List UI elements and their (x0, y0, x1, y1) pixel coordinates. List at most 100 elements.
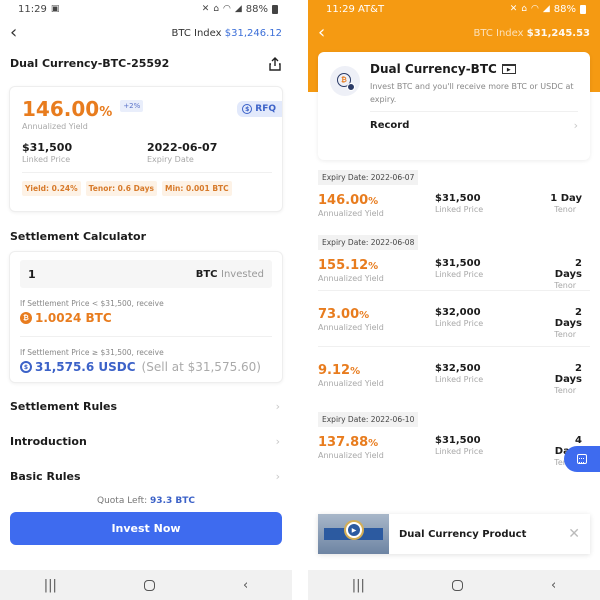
product-detail-screen: 11:29 ▣ ✕ ⌂ ◠ ◢ 88% ‹ BTC Index $31,246.12 Du… (0, 0, 292, 600)
row-tenor: 2 Days (554, 258, 582, 280)
row-linked-price: $32,500 (435, 363, 481, 374)
expiry-date-header: Expiry Date: 2022-06-08 (318, 235, 419, 250)
home-button[interactable] (452, 579, 464, 591)
invest-suffix: Invested (221, 268, 264, 280)
row-yield: 155.12% (318, 258, 379, 273)
system-back-button[interactable]: ‹ (551, 578, 556, 593)
btc-index-value: $31,246.12 (224, 27, 282, 39)
row-linked-label: Linked Price (435, 205, 484, 214)
yield-card: 146.00% +2% $ RFQ Annualized Yield $31,50… (9, 86, 283, 212)
condition-below: If Settlement Price < $31,500, receive (20, 299, 164, 308)
row-linked-price: $31,500 (435, 435, 481, 446)
status-time: 11:29 AT&T (326, 3, 385, 15)
introduction-link[interactable]: Introduction › (0, 424, 292, 459)
settlement-rules-link[interactable]: Settlement Rules › (0, 389, 292, 424)
recents-button[interactable]: ||| (352, 578, 365, 593)
invest-amount-input[interactable]: 1 BTC Invested (20, 260, 272, 288)
basic-rules-link[interactable]: Basic Rules › (0, 459, 292, 494)
battery-icon (272, 4, 278, 14)
back-button[interactable]: ‹ (10, 24, 17, 42)
row-linked-label: Linked Price (435, 375, 484, 384)
record-link[interactable]: Record › (330, 112, 578, 138)
signal-icon: ◢ (234, 4, 242, 14)
settlement-calculator: 1 BTC Invested If Settlement Price < $31… (9, 251, 283, 383)
row-yield: 146.00% (318, 193, 379, 208)
row-linked-label: Linked Price (435, 270, 484, 279)
receive-usdc: $31,575.6 USDC (Sell at $31,575.60) (20, 360, 272, 374)
rfq-button[interactable]: $ RFQ (237, 101, 282, 117)
row-yield: 137.88% (318, 435, 379, 450)
expiry-date-header: Expiry Date: 2022-06-07 (318, 170, 419, 185)
chevron-right-icon: › (275, 470, 280, 483)
quota-left: Quota Left: 93.3 BTC (97, 496, 195, 506)
status-bar: 11:29 AT&T ✕ ⌂ ◠ ◢ 88% (308, 0, 600, 18)
linked-price-label: Linked Price (22, 155, 71, 164)
wifi-icon: ◠ (530, 4, 539, 14)
row-tenor-label: Tenor (554, 205, 576, 214)
close-icon[interactable]: ✕ (568, 526, 580, 542)
product-row[interactable]: 146.00% Annualized Yield $31,500 Linked Pri… (318, 185, 590, 225)
row-tenor: 2 Days (554, 307, 582, 329)
yield-label: Annualized Yield (22, 122, 88, 131)
video-banner: ▶ Dual Currency Product ✕ (318, 514, 590, 554)
invest-amount-value[interactable]: 1 (28, 268, 36, 281)
wifi-icon: ◠ (222, 4, 231, 14)
usdc-coin-icon: $ (20, 361, 32, 373)
battery-icon (580, 4, 586, 14)
product-row[interactable]: 155.12% Annualized Yield $31,500 Linked Pri… (318, 250, 590, 290)
chevron-right-icon: › (573, 118, 578, 132)
system-nav-bar: ||| ‹ (0, 570, 292, 600)
annualized-yield: 146.00% (22, 97, 113, 121)
row-yield-label: Annualized Yield (318, 379, 384, 388)
calculator-button[interactable] (564, 446, 600, 472)
row-yield: 9.12% (318, 363, 361, 378)
chevron-right-icon: › (275, 400, 280, 413)
product-description: Invest BTC and you'll receive more BTC o… (370, 82, 574, 104)
rfq-icon: $ (242, 104, 253, 114)
btc-index-label: BTC Index (171, 27, 222, 39)
product-list: Expiry Date: 2022-06-07 146.00% Annualized… (308, 160, 600, 467)
row-linked-label: Linked Price (435, 447, 484, 456)
row-yield-label: Annualized Yield (318, 274, 384, 283)
product-name: Dual Currency-BTC (370, 62, 497, 76)
btc-index-value: $31,245.53 (526, 27, 590, 39)
calculator-icon (577, 454, 587, 464)
calculator-title: Settlement Calculator (10, 230, 147, 243)
mute-icon: ✕ (201, 4, 210, 14)
battery-level: 88% (245, 3, 268, 15)
row-linked-price: $32,000 (435, 307, 481, 318)
yield-boost-badge: +2% (120, 100, 144, 112)
gallery-icon: ▣ (50, 4, 60, 14)
mute-icon: ✕ (509, 4, 518, 14)
condition-above: If Settlement Price ≥ $31,500, receive (20, 348, 164, 357)
video-play-icon[interactable]: ▶ (501, 64, 516, 74)
chevron-right-icon: › (275, 435, 280, 448)
product-row[interactable]: 137.88% Annualized Yield $31,500 Linked Pri… (318, 427, 590, 467)
tenor-tag: Tenor: 0.6 Days (85, 181, 157, 196)
status-time: 11:29 (18, 3, 47, 15)
row-tenor: 1 Day (550, 193, 582, 204)
home-button[interactable] (144, 579, 156, 591)
recents-button[interactable]: ||| (44, 578, 57, 593)
row-linked-price: $31,500 (435, 193, 481, 204)
btc-coin-icon: ₿ (20, 312, 32, 324)
product-list-screen: 11:29 AT&T ✕ ⌂ ◠ ◢ 88% ‹ BTC Index $31,245.5… (308, 0, 600, 600)
nav-bar: ‹ BTC Index $31,245.53 (308, 18, 600, 48)
share-icon[interactable] (268, 56, 282, 71)
video-thumbnail[interactable]: ▶ (318, 514, 389, 554)
video-title: Dual Currency Product (399, 528, 527, 540)
divider (20, 336, 272, 337)
signal-icon: ◢ (542, 4, 550, 14)
product-row[interactable]: 73.00% Annualized Yield $32,000 Linked Pric… (318, 290, 590, 346)
btc-index: BTC Index $31,245.53 (473, 28, 590, 39)
invest-now-button[interactable]: Invest Now (10, 512, 282, 545)
lock-icon: ⌂ (521, 4, 527, 14)
btc-index: BTC Index $31,246.12 (171, 28, 282, 39)
row-tenor-label: Tenor (554, 386, 576, 395)
back-button[interactable]: ‹ (318, 24, 325, 42)
product-row[interactable]: 9.12% Annualized Yield $32,500 Linked Price… (318, 346, 590, 402)
row-tenor-label: Tenor (554, 281, 576, 290)
row-tenor-label: Tenor (554, 330, 576, 339)
system-back-button[interactable]: ‹ (243, 578, 248, 593)
min-tag: Min: 0.001 BTC (162, 181, 232, 196)
